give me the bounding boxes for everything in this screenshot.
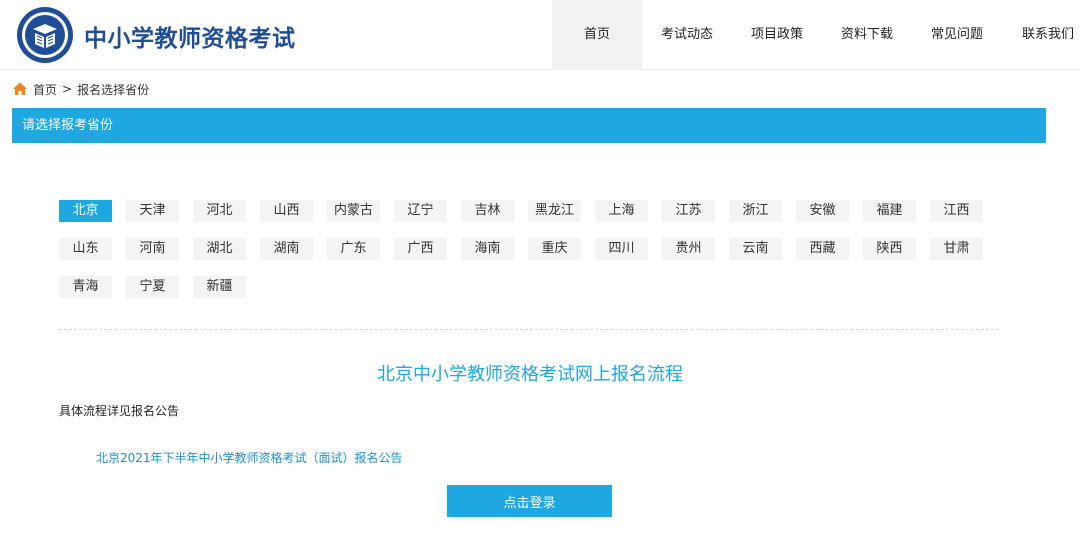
province-button[interactable]: 上海 bbox=[595, 200, 648, 222]
notice-link[interactable]: 北京2021年下半年中小学教师资格考试（面试）报名公告 bbox=[96, 449, 403, 466]
province-button[interactable]: 河北 bbox=[193, 200, 246, 222]
province-button[interactable]: 黑龙江 bbox=[528, 200, 581, 222]
province-button[interactable]: 甘肃 bbox=[930, 238, 983, 260]
breadcrumb-current: 报名选择省份 bbox=[77, 82, 150, 97]
nav-item-exam-news[interactable]: 考试动态 bbox=[642, 0, 732, 70]
province-button[interactable]: 陕西 bbox=[863, 238, 916, 260]
province-button[interactable]: 青海 bbox=[59, 276, 112, 298]
province-button[interactable]: 浙江 bbox=[729, 200, 782, 222]
home-icon[interactable] bbox=[12, 81, 28, 97]
province-button[interactable]: 宁夏 bbox=[126, 276, 179, 298]
nav-item-contact[interactable]: 联系我们 bbox=[1002, 0, 1080, 70]
main-nav: 首页 考试动态 项目政策 资料下载 常见问题 联系我们 bbox=[552, 0, 1080, 70]
province-button[interactable]: 天津 bbox=[126, 200, 179, 222]
province-button[interactable]: 西藏 bbox=[796, 238, 849, 260]
province-button[interactable]: 吉林 bbox=[461, 200, 514, 222]
nav-item-downloads[interactable]: 资料下载 bbox=[822, 0, 912, 70]
nav-item-home[interactable]: 首页 bbox=[552, 0, 642, 70]
site-logo-icon[interactable] bbox=[16, 6, 74, 64]
breadcrumb: 首页 > 报名选择省份 bbox=[12, 80, 149, 98]
province-button[interactable]: 安徽 bbox=[796, 200, 849, 222]
province-button[interactable]: 辽宁 bbox=[394, 200, 447, 222]
province-list: 北京 天津 河北 山西 内蒙古 辽宁 吉林 黑龙江 上海 江苏 浙江 安徽 福建 江西山东 河南 湖北 湖南 广东… bbox=[59, 200, 999, 314]
login-button[interactable]: 点击登录 bbox=[447, 485, 612, 517]
province-button[interactable]: 山东 bbox=[59, 238, 112, 260]
province-button[interactable]: 北京 bbox=[59, 200, 112, 222]
site-header: 中小学教师资格考试 首页 考试动态 项目政策 资料下载 常见问题 联系我们 bbox=[0, 0, 1080, 70]
flow-description: 具体流程详见报名公告 bbox=[59, 404, 180, 418]
flow-title: 北京中小学教师资格考试网上报名流程 bbox=[377, 364, 683, 385]
province-button[interactable]: 湖南 bbox=[260, 238, 313, 260]
province-button[interactable]: 重庆 bbox=[528, 238, 581, 260]
province-button[interactable]: 湖北 bbox=[193, 238, 246, 260]
province-button[interactable]: 云南 bbox=[729, 238, 782, 260]
divider bbox=[59, 329, 999, 330]
breadcrumb-home[interactable]: 首页 bbox=[33, 81, 57, 98]
nav-item-faq[interactable]: 常见问题 bbox=[912, 0, 1002, 70]
breadcrumb-separator: > bbox=[62, 82, 73, 96]
province-button[interactable]: 山西 bbox=[260, 200, 313, 222]
province-button[interactable]: 新疆 bbox=[193, 276, 246, 298]
province-button[interactable]: 江苏 bbox=[662, 200, 715, 222]
province-button[interactable]: 广东 bbox=[327, 238, 380, 260]
province-button[interactable]: 四川 bbox=[595, 238, 648, 260]
section-title-bar: 请选择报考省份 bbox=[12, 108, 1046, 143]
site-title[interactable]: 中小学教师资格考试 bbox=[84, 19, 296, 53]
province-button[interactable]: 贵州 bbox=[662, 238, 715, 260]
province-button[interactable]: 河南 bbox=[126, 238, 179, 260]
province-button[interactable]: 广西 bbox=[394, 238, 447, 260]
nav-item-project-policy[interactable]: 项目政策 bbox=[732, 0, 822, 70]
province-button[interactable]: 福建 bbox=[863, 200, 916, 222]
province-button[interactable]: 内蒙古 bbox=[327, 200, 380, 222]
province-button[interactable]: 江西 bbox=[930, 200, 983, 222]
province-button[interactable]: 海南 bbox=[461, 238, 514, 260]
